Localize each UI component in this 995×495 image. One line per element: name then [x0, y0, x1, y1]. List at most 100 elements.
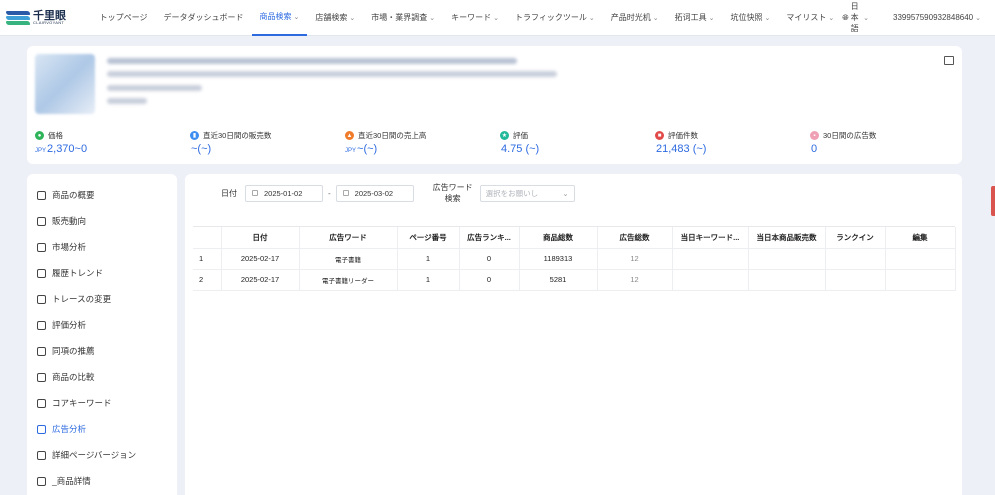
table-cell — [672, 269, 749, 291]
nav-item-8[interactable]: 拓词工具 ⌄ — [667, 0, 723, 36]
product-stats: ● 価格 JPY2,370~0 ▮ 直近30日間の販売数 ~(~) ▲ 直近30日間の売上高 J… — [35, 130, 965, 155]
ad-icon: ▪ — [810, 131, 819, 140]
table-row[interactable]: 2 2025-02-17 電子書籍リーダー 1 0 5281 12 — [193, 269, 956, 291]
nav-item-label: 产品时光机 — [610, 13, 651, 22]
detail-icon — [37, 476, 46, 486]
column-header[interactable] — [193, 227, 222, 249]
sidebar-item-5[interactable]: 評価分析 — [27, 312, 177, 338]
globe-icon: 🌐︎ — [842, 12, 849, 22]
ad-table: 日付 広告ワード ページ番号 広告ランキ... 商品総数 広告総数 当日キーワード... 当日… — [193, 226, 956, 291]
keyword-select[interactable]: 選択をお願いし ⌄ — [479, 184, 575, 202]
column-header[interactable]: 当日本商品販売数 — [748, 227, 826, 249]
sidebar-item-1[interactable]: 販売動向 — [27, 208, 177, 234]
logo-icon — [6, 10, 30, 26]
product-thumbnail[interactable] — [35, 54, 95, 114]
date-start-value: 2025-01-02 — [264, 188, 303, 198]
sidebar-item-6[interactable]: 同項の推薦 — [27, 338, 177, 364]
stat-item: ● 価格 JPY2,370~0 — [35, 130, 190, 155]
star-icon: ★ — [500, 131, 509, 140]
stat-label: 価格 — [48, 131, 63, 140]
stat-currency: JPY — [35, 148, 47, 154]
flame-icon: ▲ — [345, 131, 354, 140]
nav-item-5[interactable]: キーワード ⌄ — [443, 0, 507, 36]
stat-currency: JPY — [345, 148, 357, 154]
column-header[interactable]: 編集 — [885, 227, 956, 249]
nav-item-6[interactable]: トラフィックツール ⌄ — [507, 0, 603, 36]
table-row[interactable]: 1 2025-02-17 電子書籍 1 0 1189313 12 — [193, 248, 956, 270]
stat-value: 4.75 (~) — [501, 143, 540, 155]
stat-item: ★ 評価 4.75 (~) — [500, 130, 655, 155]
ad-analysis-icon — [37, 424, 46, 434]
column-header[interactable]: ランクイン — [825, 227, 886, 249]
table-cell — [825, 269, 886, 291]
sidebar-item-2[interactable]: 市場分析 — [27, 234, 177, 260]
nav-item-2[interactable]: 商品検索 ⌄ — [251, 0, 308, 36]
sidebar-item-label: 評価分析 — [52, 320, 87, 330]
column-header[interactable]: 広告ワード — [299, 227, 398, 249]
nav-menu: トップページ データダッシュボード 商品検索 ⌄ 店舗検索 ⌄ 市場・業界調査 ⌄ キーワード ⌄… — [92, 0, 843, 36]
nav-item-4[interactable]: 市場・業界調査 ⌄ — [363, 0, 443, 36]
user-menu[interactable]: 339957590932848640 ⌄ — [893, 13, 981, 22]
chevron-down-icon: ⌄ — [975, 14, 981, 22]
nav-item-label: データダッシュボード — [163, 13, 244, 22]
column-header[interactable]: 当日キーワード... — [672, 227, 749, 249]
logo[interactable]: 千里眼 CLAIRVOYANT — [0, 10, 92, 26]
nav-item-label: 市場・業界調査 — [371, 13, 428, 22]
sidebar-item-7[interactable]: 商品の比較 — [27, 364, 177, 390]
sidebar-item-9[interactable]: 広告分析 — [27, 416, 177, 442]
recommend-icon — [37, 346, 46, 356]
product-title-blurred — [107, 58, 517, 64]
nav-item-3[interactable]: 店舗検索 ⌄ — [307, 0, 363, 36]
chevron-down-icon: ⌄ — [493, 14, 500, 22]
nav-item-0[interactable]: トップページ — [92, 0, 156, 36]
stat-item: ▮ 直近30日間の販売数 ~(~) — [190, 130, 345, 155]
table-cell: 2025-02-17 — [221, 269, 300, 291]
stat-value: 0 — [811, 143, 818, 155]
sidebar-item-3[interactable]: 履歴トレンド — [27, 260, 177, 286]
bar-chart-icon: ▮ — [190, 131, 199, 140]
sidebar-item-8[interactable]: コアキーワード — [27, 390, 177, 416]
nav-item-label: 店舗検索 — [315, 13, 348, 22]
nav-item-9[interactable]: 坑位快照 ⌄ — [722, 0, 778, 36]
export-icon[interactable] — [944, 56, 954, 65]
stat-label: 評価 — [513, 131, 528, 140]
scroll-indicator[interactable] — [991, 186, 995, 216]
table-cell — [748, 248, 826, 270]
table-cell — [825, 248, 886, 270]
sidebar-item-label: 商品の比較 — [52, 372, 95, 382]
product-meta-blurred — [107, 85, 202, 91]
sidebar-item-0[interactable]: 商品の概要 — [27, 182, 177, 208]
sidebar-item-4[interactable]: トレースの変更 — [27, 286, 177, 312]
table-cell — [885, 269, 956, 291]
comment-icon: ■ — [655, 131, 664, 140]
nav-item-1[interactable]: データダッシュボード — [156, 0, 252, 36]
nav-item-label: トップページ — [99, 13, 148, 22]
calendar-icon — [342, 190, 349, 196]
nav-item-label: キーワード — [451, 13, 492, 22]
date-start-input[interactable]: 2025-01-02 — [245, 184, 323, 202]
sidebar-item-label: トレースの変更 — [52, 294, 112, 304]
product-card: ● 価格 JPY2,370~0 ▮ 直近30日間の販売数 ~(~) ▲ 直近30日間の売上高 J… — [27, 46, 962, 164]
column-header[interactable]: 広告総数 — [597, 227, 673, 249]
stat-item: ■ 評価件数 21,483 (~) — [655, 130, 810, 155]
sidebar-item-10[interactable]: 詳細ページバージョン — [27, 442, 177, 468]
nav-item-label: 商品検索 — [259, 12, 292, 21]
nav-item-10[interactable]: マイリスト ⌄ — [778, 0, 842, 36]
sidebar-item-label: 販売動向 — [52, 216, 87, 226]
column-header[interactable]: 日付 — [221, 227, 300, 249]
sidebar-item-11[interactable]: _商品詳情 — [27, 468, 177, 494]
column-header[interactable]: ページ番号 — [397, 227, 460, 249]
sidebar-item-label: 市場分析 — [52, 242, 87, 252]
chevron-down-icon: ⌄ — [708, 14, 715, 22]
version-icon — [37, 450, 46, 460]
stat-label: 直近30日間の売上高 — [358, 131, 427, 140]
sidebar-item-label: 履歴トレンド — [52, 268, 104, 278]
language-selector[interactable]: 🌐︎ 日本語 ⌄ — [842, 1, 869, 34]
stat-value: ~(~) — [357, 143, 378, 155]
table-cell: 電子書籍リーダー — [299, 269, 398, 291]
date-end-input[interactable]: 2025-03-02 — [335, 184, 414, 202]
column-header[interactable]: 商品総数 — [519, 227, 598, 249]
nav-item-7[interactable]: 产品时光机 ⌄ — [603, 0, 667, 36]
column-header[interactable]: 広告ランキ... — [459, 227, 520, 249]
table-cell: 5281 — [519, 269, 598, 291]
